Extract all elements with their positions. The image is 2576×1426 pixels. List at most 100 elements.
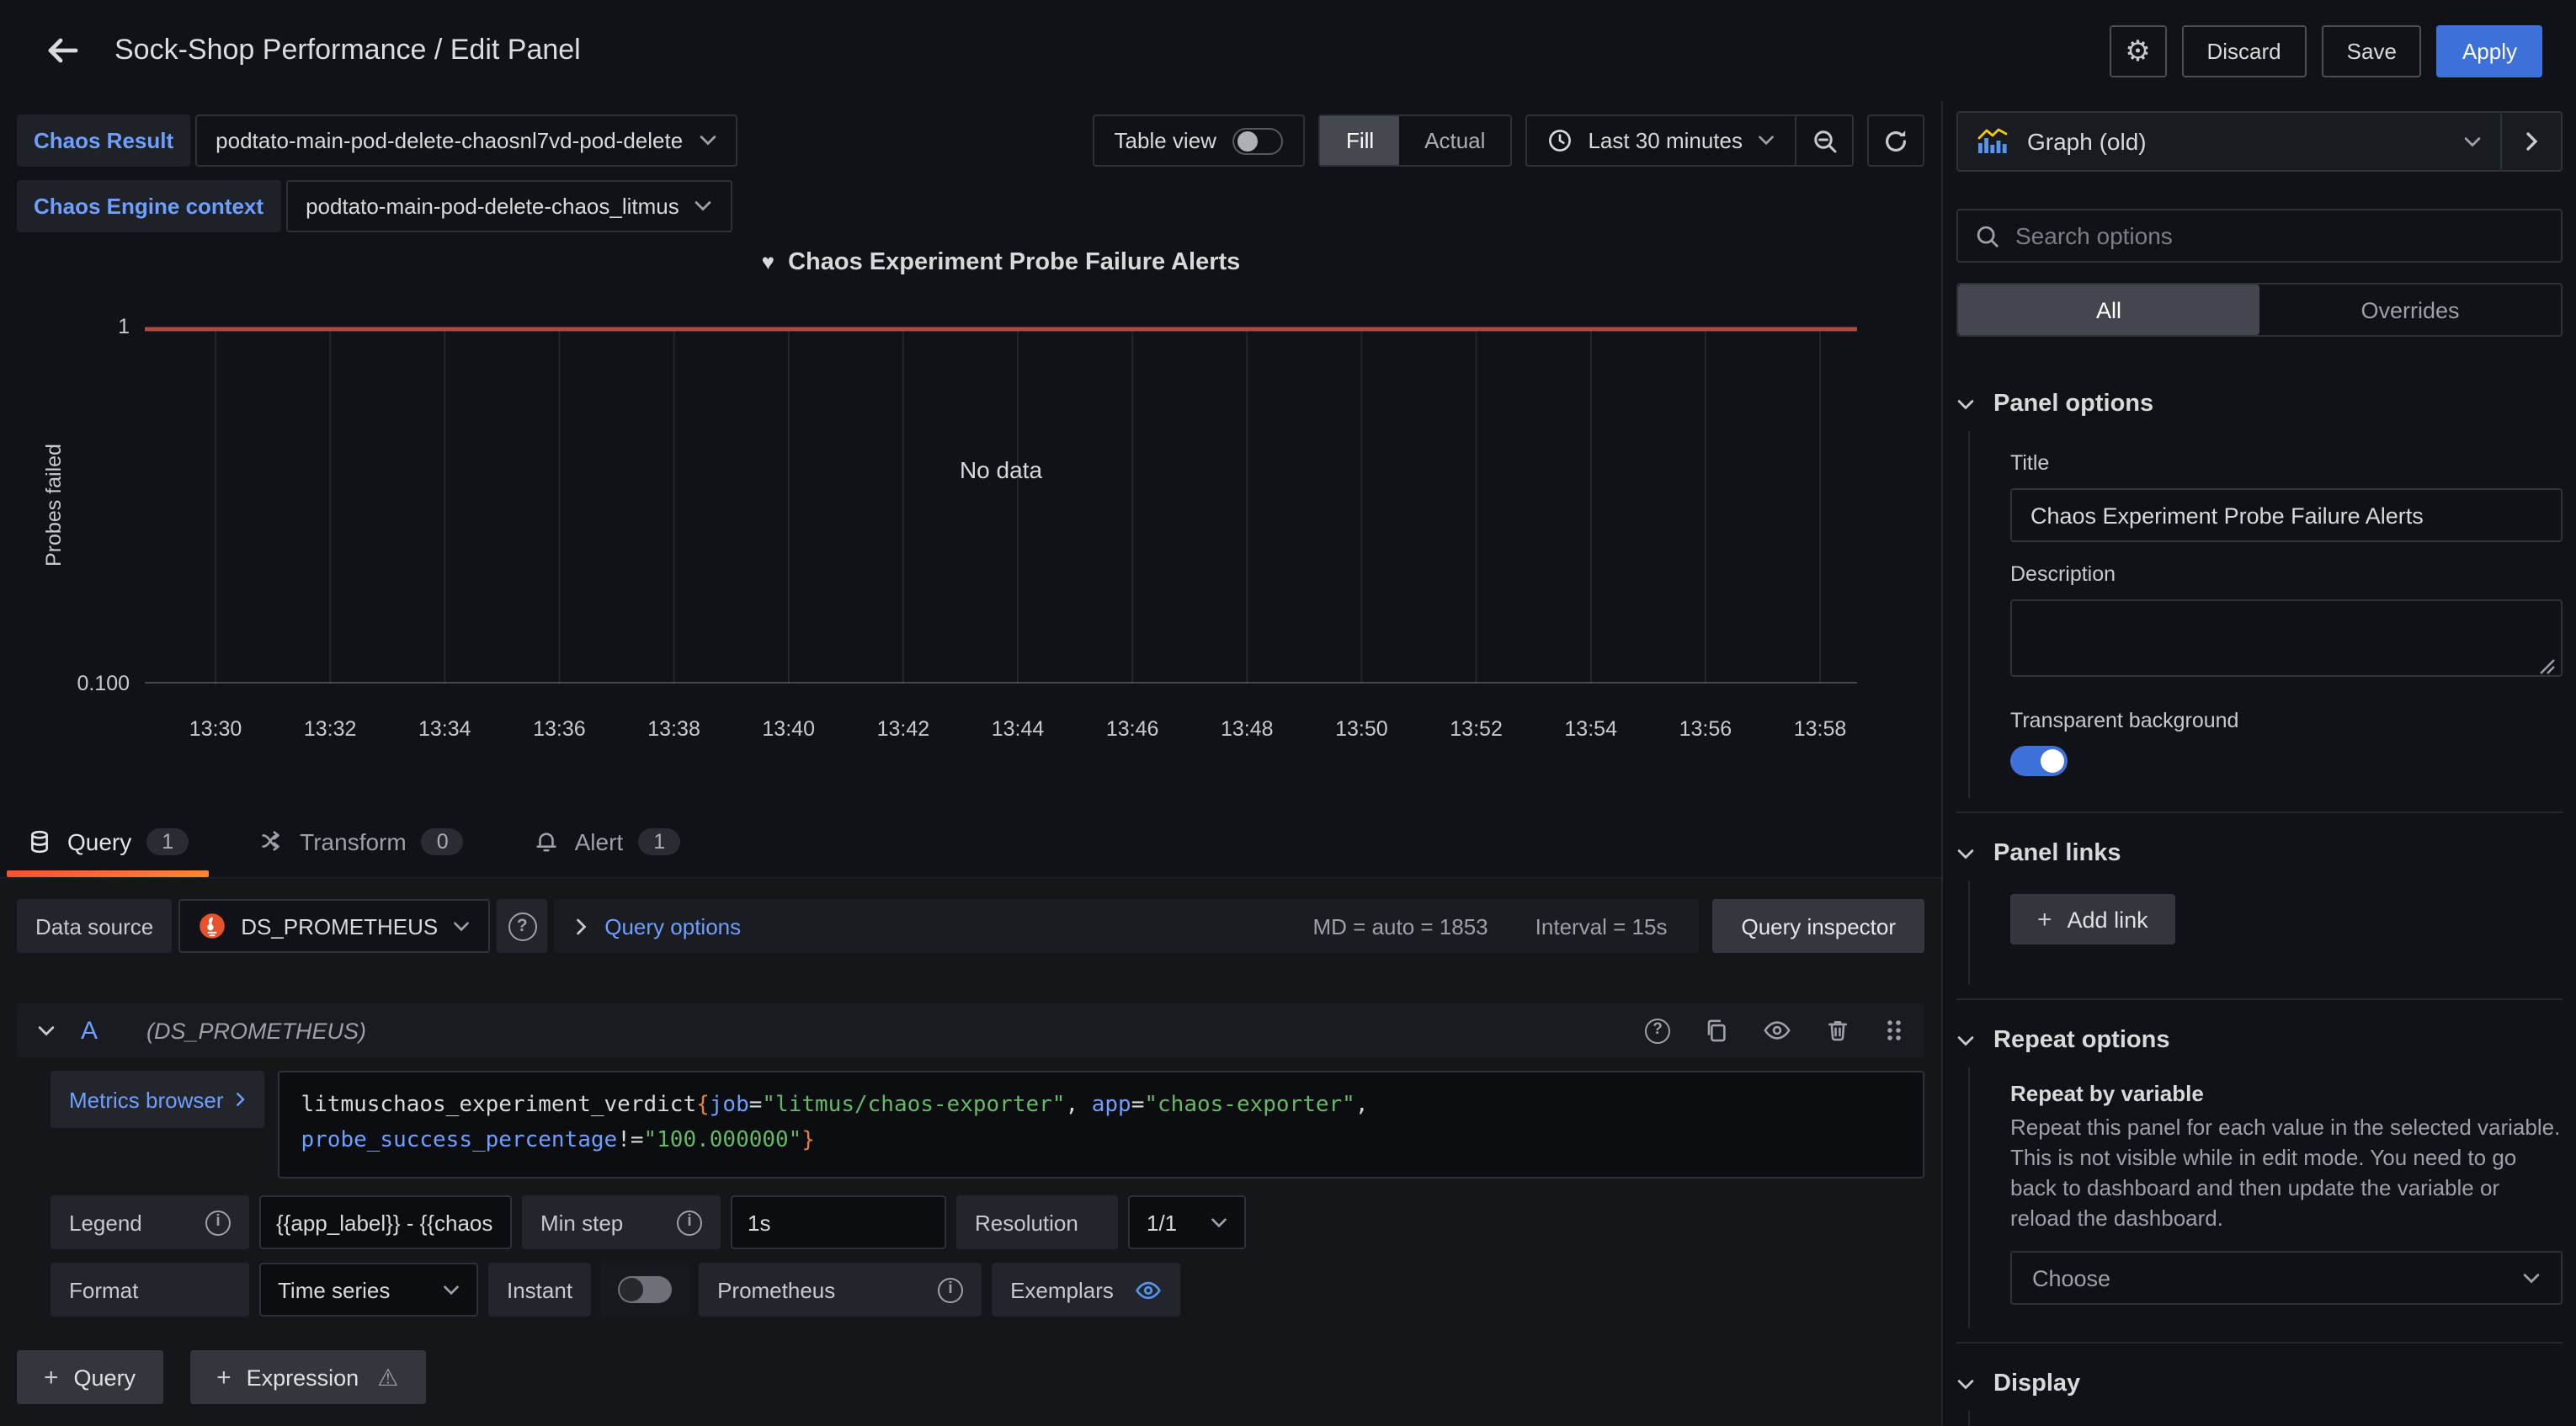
min-step-input[interactable] <box>731 1195 946 1249</box>
query-buttons: + Query + Expression ⚠ <box>17 1350 1924 1404</box>
graph-viz-icon <box>1977 128 2010 155</box>
x-axis-tick: 13:44 <box>992 717 1045 741</box>
variable-row: Chaos Result podtato-main-pod-delete-cha… <box>17 114 737 167</box>
tab-transform[interactable]: Transform 0 <box>249 805 473 877</box>
chevron-down-icon <box>1758 135 1775 146</box>
legend-input[interactable] <box>259 1195 512 1249</box>
chevron-down-icon <box>2522 1272 2541 1284</box>
arrow-left-icon <box>44 34 81 67</box>
instant-toggle[interactable] <box>618 1276 672 1303</box>
transparent-bg-toggle[interactable] <box>2010 746 2068 776</box>
exemplars-toggle[interactable]: Exemplars <box>992 1263 1180 1317</box>
page-title: Sock-Shop Performance / Edit Panel <box>114 34 581 67</box>
query-expression-row: Metrics browser litmuschaos_experiment_v… <box>51 1071 1924 1179</box>
plot-area[interactable]: 1 0.100 No data <box>145 327 1857 684</box>
section-panel-options[interactable]: Panel options <box>1956 384 2563 424</box>
datasource-help-button[interactable]: ? <box>497 899 547 953</box>
variable-select-chaos-result[interactable]: podtato-main-pod-delete-chaosnl7vd-pod-d… <box>195 114 737 167</box>
resolution-value: 1/1 <box>1147 1210 1177 1235</box>
promql-token: != <box>617 1128 643 1153</box>
min-step-label-text: Min step <box>540 1210 623 1235</box>
variable-label-chaos-engine-context: Chaos Engine context <box>17 180 280 232</box>
panel-edit-area: Chaos Result podtato-main-pod-delete-cha… <box>0 101 1941 1426</box>
back-button[interactable] <box>34 22 91 79</box>
datasource-picker[interactable]: DS_PROMETHEUS <box>178 899 490 953</box>
tab-alert[interactable]: Alert 1 <box>524 805 691 877</box>
visualization-picker: Graph (old) <box>1956 111 2563 172</box>
toggle-query-visibility-button[interactable] <box>1763 1019 1791 1042</box>
section-panel-links[interactable]: Panel links <box>1956 833 2563 874</box>
section-heading: Panel options <box>1993 391 2153 418</box>
chevron-right-icon <box>576 917 588 935</box>
add-expression-button[interactable]: + Expression ⚠ <box>189 1350 425 1404</box>
format-select[interactable]: Time series <box>259 1263 478 1317</box>
x-axis-tick: 13:48 <box>1221 717 1274 741</box>
visualization-select[interactable]: Graph (old) <box>1958 113 2500 170</box>
zoom-out-button[interactable] <box>1795 116 1852 165</box>
x-axis-tick: 13:52 <box>1450 717 1503 741</box>
table-view-toggle[interactable]: Table view <box>1093 114 1306 167</box>
query-row-header[interactable]: A (DS_PROMETHEUS) ? <box>17 1003 1924 1057</box>
section-divider <box>1956 1342 2563 1344</box>
query-inspector-button[interactable]: Query inspector <box>1712 899 1924 953</box>
promql-token: job <box>710 1093 749 1118</box>
chevron-right-icon <box>236 1091 246 1108</box>
query-stats: MD = auto = 1853 Interval = 15s <box>1313 913 1678 939</box>
variable-value: podtato-main-pod-delete-chaos_litmus <box>306 194 679 219</box>
datasource-row: Data source DS_PROMETHEUS ? Query option… <box>17 899 1924 953</box>
apply-button[interactable]: Apply <box>2437 24 2542 77</box>
help-icon: ? <box>1645 1018 1670 1043</box>
query-help-button[interactable]: ? <box>1645 1018 1670 1043</box>
section-repeat-options[interactable]: Repeat options <box>1956 1020 2563 1061</box>
y-axis-tick: 1 <box>118 315 130 338</box>
filter-tab-all[interactable]: All <box>1958 285 2259 335</box>
tab-label: Query <box>67 827 131 854</box>
panel-title-input[interactable] <box>2010 488 2563 542</box>
add-query-button[interactable]: + Query <box>17 1350 162 1404</box>
actual-mode-button[interactable]: Actual <box>1399 116 1510 165</box>
copy-icon <box>1704 1017 1729 1044</box>
refresh-button[interactable] <box>1867 114 1924 167</box>
display-body: Bars <box>1968 1411 2563 1426</box>
add-link-button[interactable]: + Add link <box>2010 894 2175 944</box>
repeat-variable-select[interactable]: Choose <box>2010 1251 2563 1305</box>
metrics-browser-button[interactable]: Metrics browser <box>51 1071 264 1128</box>
variable-row: Chaos Engine context podtato-main-pod-de… <box>17 180 737 232</box>
prometheus-type-label: Prometheus i <box>699 1263 982 1317</box>
section-display[interactable]: Display <box>1956 1364 2563 1404</box>
query-datasource-hint: (DS_PROMETHEUS) <box>146 1018 366 1043</box>
variable-select-chaos-engine-context[interactable]: podtato-main-pod-delete-chaos_litmus <box>285 180 733 232</box>
options-search-input[interactable] <box>2015 222 2544 249</box>
variable-value: podtato-main-pod-delete-chaosnl7vd-pod-d… <box>216 128 683 153</box>
grip-icon <box>1884 1017 1904 1044</box>
table-view-switch[interactable] <box>1233 127 1284 154</box>
resolution-select[interactable]: 1/1 <box>1128 1195 1246 1249</box>
fill-mode-button[interactable]: Fill <box>1321 116 1399 165</box>
section-heading: Display <box>1993 1370 2080 1397</box>
save-button[interactable]: Save <box>2322 24 2422 77</box>
drag-handle[interactable] <box>1884 1017 1904 1044</box>
add-link-label: Add link <box>2068 907 2148 932</box>
resize-handle-icon[interactable] <box>2539 658 2556 675</box>
promql-code-editor[interactable]: litmuschaos_experiment_verdict{job="litm… <box>278 1071 1925 1179</box>
query-options-link[interactable]: Query options <box>604 913 741 939</box>
tab-query[interactable]: Query 1 <box>17 805 199 877</box>
exemplars-label-text: Exemplars <box>1010 1277 1114 1302</box>
chevron-down-icon <box>2463 136 2482 147</box>
discard-button[interactable]: Discard <box>2182 24 2307 77</box>
time-range-button[interactable]: Last 30 minutes <box>1527 116 1795 165</box>
plus-icon: + <box>216 1365 232 1390</box>
view-controls: Table view Fill Actual Last 30 minutes <box>1093 114 1924 167</box>
panel-description-textarea[interactable] <box>2010 599 2563 677</box>
toggle-viz-suggestions-button[interactable] <box>2500 113 2561 170</box>
x-axis-tick: 13:30 <box>189 717 242 741</box>
x-axis-tick: 13:58 <box>1794 717 1847 741</box>
filter-tab-overrides[interactable]: Overrides <box>2259 285 2561 335</box>
plus-icon: + <box>44 1365 59 1390</box>
query-row-actions: ? <box>1645 1017 1904 1044</box>
panel-settings-button[interactable]: ⚙ <box>2110 24 2167 77</box>
delete-query-button[interactable] <box>1825 1017 1850 1044</box>
duplicate-query-button[interactable] <box>1704 1017 1729 1044</box>
dashboard-variables: Chaos Result podtato-main-pod-delete-cha… <box>17 114 737 232</box>
zoom-out-icon <box>1811 127 1838 154</box>
